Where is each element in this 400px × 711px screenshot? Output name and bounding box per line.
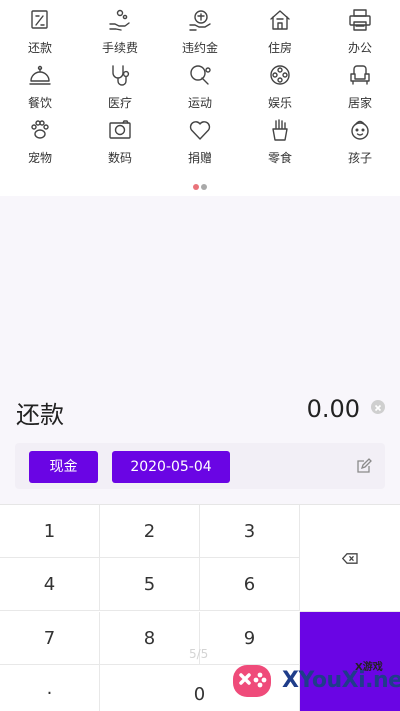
repay-icon (28, 8, 52, 32)
page-indicator (0, 184, 400, 190)
category-label: 办公 (347, 41, 372, 55)
key-2[interactable]: 2 (100, 505, 200, 558)
category-label: 还款 (27, 41, 52, 55)
category-label: 捐赠 (187, 151, 212, 165)
category-donation[interactable]: 捐赠 (160, 116, 240, 172)
category-sport[interactable]: 运动 (160, 61, 240, 117)
fries-icon (268, 118, 292, 142)
category-label: 住房 (267, 41, 292, 55)
fee-icon (108, 8, 132, 32)
category-children[interactable]: 孩子 (320, 116, 400, 172)
backspace-icon (341, 553, 358, 564)
heart-icon (188, 118, 212, 142)
category-house[interactable]: 住房 (240, 6, 320, 62)
camera-icon (108, 118, 132, 142)
printer-icon (348, 8, 372, 32)
backspace-key[interactable] (300, 505, 400, 612)
amount-display: 0.00 (306, 395, 360, 423)
date-button[interactable]: 2020-05-04 (112, 451, 230, 483)
category-office[interactable]: 办公 (320, 6, 400, 62)
add-record-screen: 还款 手续费 违约金 住房 办公 餐饮 医疗 运动 娱乐 居家 宠物 数码 捐赠… (0, 0, 400, 711)
page-counter: 5/5 (189, 647, 209, 661)
armchair-icon (348, 63, 372, 87)
category-label: 医疗 (107, 96, 132, 110)
category-repay[interactable]: 还款 (0, 6, 80, 62)
key-1[interactable]: 1 (0, 505, 100, 558)
category-penalty[interactable]: 违约金 (160, 6, 240, 62)
key-7[interactable]: 7 (0, 612, 100, 665)
key-dot[interactable]: . (0, 665, 100, 711)
film-reel-icon (268, 63, 292, 87)
child-face-icon (348, 118, 372, 142)
category-pet[interactable]: 宠物 (0, 116, 80, 172)
category-home[interactable]: 居家 (320, 61, 400, 117)
payment-method-button[interactable]: 现金 (29, 451, 98, 483)
category-label: 数码 (107, 151, 132, 165)
house-icon (268, 8, 292, 32)
key-4[interactable]: 4 (0, 558, 100, 611)
watermark-logo: X游戏 XYouXi.net (226, 655, 400, 711)
category-entertainment[interactable]: 娱乐 (240, 61, 320, 117)
gamepad-logo-icon (233, 665, 271, 697)
key-5[interactable]: 5 (100, 558, 200, 611)
clear-icon[interactable] (371, 400, 385, 414)
category-label: 手续费 (101, 41, 138, 55)
stethoscope-icon (108, 63, 132, 87)
key-3[interactable]: 3 (200, 505, 300, 558)
category-dining[interactable]: 餐饮 (0, 61, 80, 117)
selected-category: 还款 (16, 401, 64, 429)
category-fee[interactable]: 手续费 (80, 6, 160, 62)
category-label: 居家 (347, 96, 372, 110)
category-snacks[interactable]: 零食 (240, 116, 320, 172)
page-dot[interactable] (201, 184, 207, 190)
category-grid: 还款 手续费 违约金 住房 办公 餐饮 医疗 运动 娱乐 居家 宠物 数码 捐赠… (0, 0, 400, 196)
key-6[interactable]: 6 (200, 558, 300, 611)
edit-note-icon[interactable] (356, 458, 372, 474)
category-label: 餐饮 (27, 96, 52, 110)
options-bar: 现金 2020-05-04 (15, 443, 385, 489)
category-label: 违约金 (181, 41, 218, 55)
category-label: 孩子 (347, 151, 372, 165)
ping-pong-icon (188, 63, 212, 87)
watermark-text: XYouXi.net (282, 668, 400, 693)
amount-row: 还款 0.00 (0, 382, 400, 436)
category-digital[interactable]: 数码 (80, 116, 160, 172)
category-label: 宠物 (27, 151, 52, 165)
paw-icon (28, 118, 52, 142)
page-dot-active[interactable] (193, 184, 199, 190)
penalty-icon (188, 8, 212, 32)
category-label: 娱乐 (267, 96, 292, 110)
key-8[interactable]: 8 (100, 612, 200, 665)
dining-cloche-icon (28, 63, 52, 87)
category-medical[interactable]: 医疗 (80, 61, 160, 117)
category-label: 零食 (267, 151, 292, 165)
category-label: 运动 (187, 96, 212, 110)
